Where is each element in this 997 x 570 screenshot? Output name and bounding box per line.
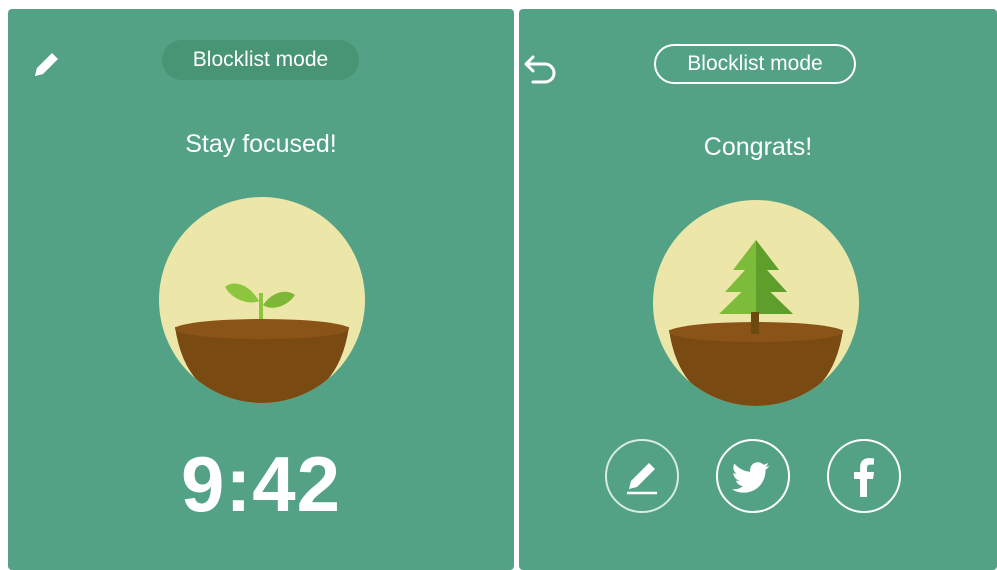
facebook-icon — [854, 458, 874, 497]
pencil-icon — [627, 463, 657, 495]
twitter-share-button[interactable] — [716, 439, 790, 513]
sprout-leaf-right — [263, 291, 295, 308]
countdown-timer: 9:42 — [180, 440, 342, 528]
twitter-icon — [731, 462, 770, 493]
edit-share-button[interactable] — [605, 439, 679, 513]
status-title: Congrats! — [703, 133, 813, 161]
congrats-panel: Blocklist mode Congrats! — [519, 9, 997, 570]
back-arrow-icon[interactable] — [523, 51, 559, 85]
sprout-leaf-left — [225, 283, 259, 303]
tree-illustration — [653, 200, 859, 406]
mode-pill[interactable]: Blocklist mode — [654, 44, 856, 84]
facebook-share-button[interactable] — [827, 439, 901, 513]
focus-panel: Blocklist mode Stay focused! 9:42 — [8, 9, 514, 570]
sprout-illustration — [159, 197, 365, 403]
soil-top — [175, 319, 349, 339]
status-title: Stay focused! — [185, 130, 337, 158]
mode-pill[interactable]: Blocklist mode — [162, 40, 359, 80]
pencil-icon[interactable] — [30, 47, 64, 81]
